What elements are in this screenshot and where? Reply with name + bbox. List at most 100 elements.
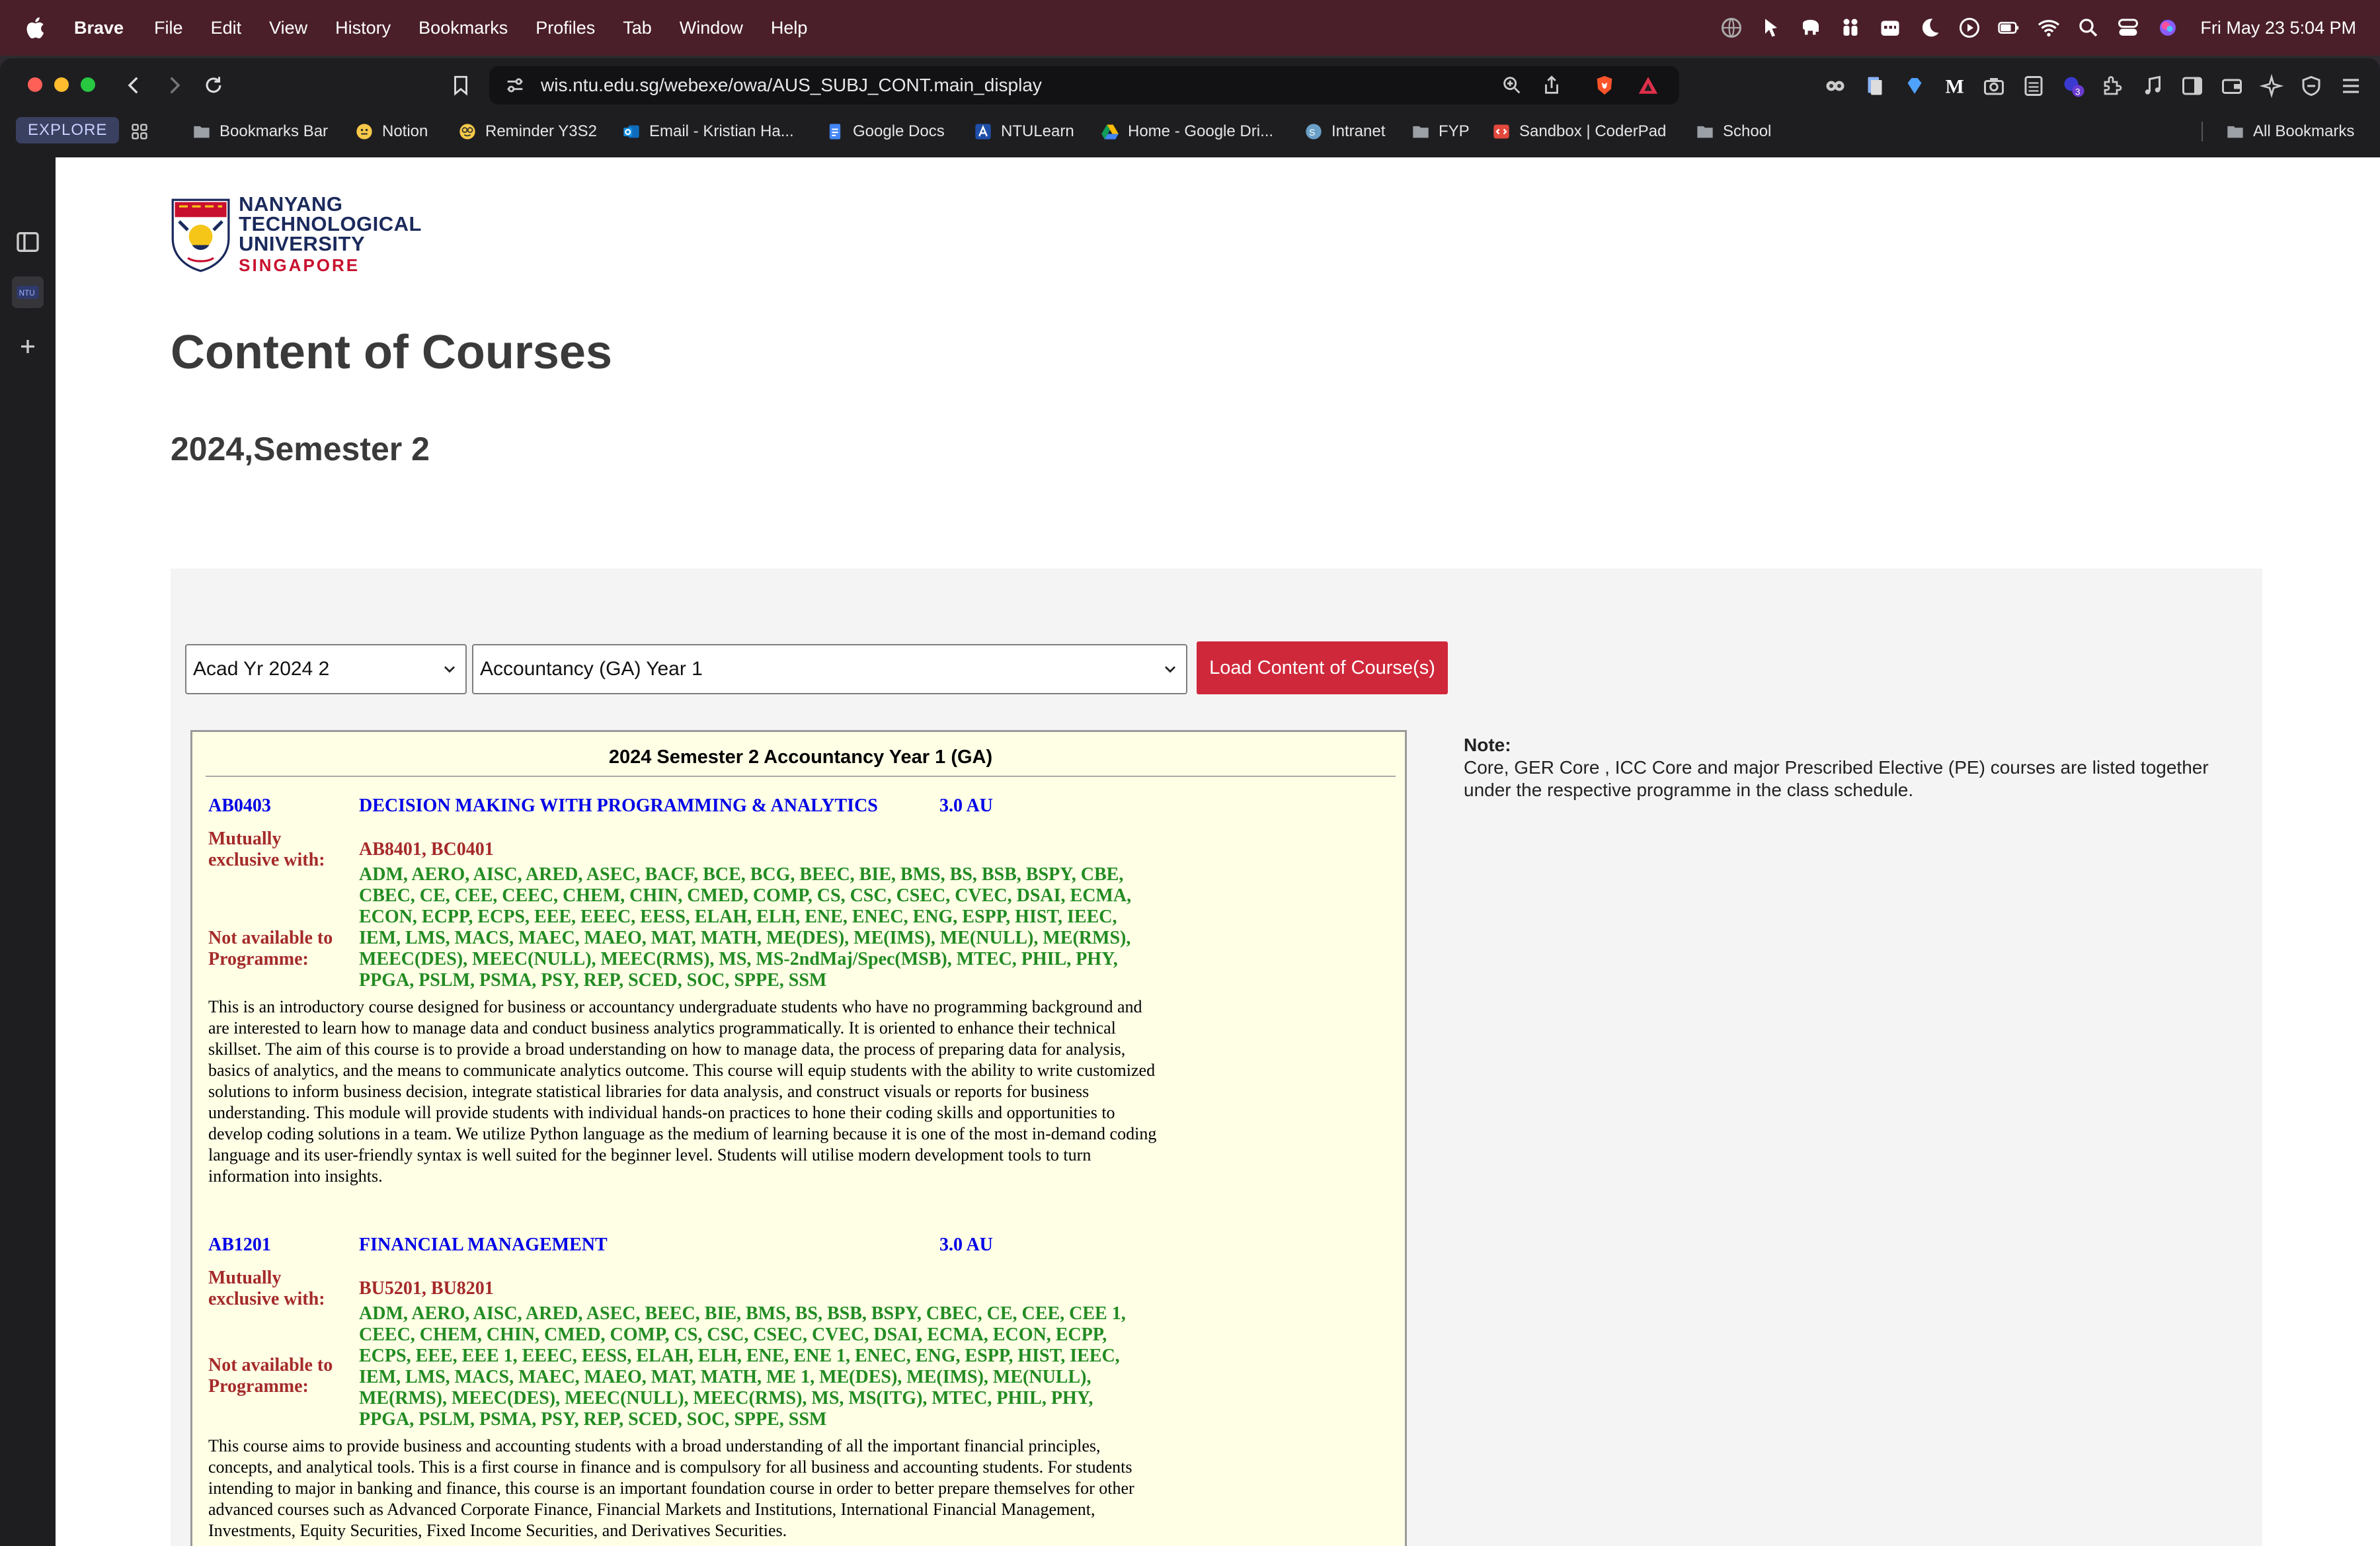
media-music-icon[interactable] (2139, 73, 2166, 99)
new-tab-plus-icon[interactable] (12, 331, 44, 362)
explore-button[interactable]: EXPLORE (16, 117, 120, 143)
bookmark-label: All Bookmarks (2253, 122, 2355, 140)
battery-icon[interactable] (1997, 15, 2022, 40)
share-icon[interactable] (1539, 73, 1564, 98)
zoom-icon[interactable] (1499, 73, 1525, 98)
bookmark-all-bookmarks[interactable]: All Bookmarks (2225, 119, 2354, 144)
extension-medium-icon[interactable]: M (1941, 73, 1967, 99)
cursor-app-icon[interactable] (1759, 15, 1784, 40)
main-menu-icon[interactable] (2338, 73, 2364, 99)
brave-shields-icon[interactable] (1592, 73, 1617, 98)
people-icon[interactable] (1838, 15, 1863, 40)
menu-view[interactable]: View (269, 18, 307, 38)
ntulearn-icon (973, 122, 993, 142)
programme-select[interactable]: Accountancy (GA) Year 1 (472, 644, 1187, 694)
window-maximize-button[interactable] (81, 77, 95, 92)
back-button[interactable] (119, 70, 149, 101)
extension-calculator-icon[interactable] (2020, 73, 2047, 99)
course-entry: AB1201 FINANCIAL MANAGEMENT 3.0 AU Mutua… (208, 1235, 1173, 1546)
vpn-globe-icon[interactable] (1719, 15, 1744, 40)
bookmark-reminder[interactable]: Reminder Y3S2 (457, 119, 597, 144)
spotlight-search-icon[interactable] (2076, 15, 2101, 40)
extensions-puzzle-icon[interactable] (2100, 73, 2126, 99)
apple-icon[interactable] (24, 15, 45, 40)
elephant-icon[interactable] (1798, 15, 1823, 40)
menubar-clock[interactable]: Fri May 23 5:04 PM (2200, 18, 2356, 38)
not-available-programmes: ADM, AERO, AISC, ARED, ASEC, BACF, BCE, … (359, 864, 1132, 991)
menu-bookmarks[interactable]: Bookmarks (418, 18, 508, 38)
course-title: DECISION MAKING WITH PROGRAMMING & ANALY… (359, 795, 878, 816)
extension-camera-icon[interactable] (1981, 73, 2007, 99)
siri-icon[interactable] (2155, 15, 2180, 40)
calendar-grid-icon[interactable] (1878, 15, 1903, 40)
leo-ai-icon[interactable] (2258, 73, 2285, 99)
window-close-button[interactable] (28, 77, 42, 92)
address-bar[interactable]: wis.ntu.edu.sg/webexe/owa/AUS_SUBJ_CONT.… (489, 66, 1679, 104)
bookmark-bookmarks-bar[interactable]: Bookmarks Bar (192, 119, 328, 144)
wifi-icon[interactable] (2036, 15, 2061, 40)
bookmark-intranet[interactable]: S Intranet (1304, 119, 1385, 144)
outlook-icon (621, 122, 641, 142)
reload-button[interactable] (198, 70, 229, 101)
folder-icon (1411, 122, 1431, 142)
menu-history[interactable]: History (335, 18, 391, 38)
site-settings-icon[interactable] (502, 73, 528, 98)
bookmark-label: Notion (382, 122, 428, 140)
ntu-logo[interactable]: NANYANG TECHNOLOGICAL UNIVERSITY SINGAPO… (171, 189, 422, 282)
control-center-icon[interactable] (2116, 15, 2141, 40)
menu-window[interactable]: Window (680, 18, 743, 38)
mutex-label-line1: Mutually (208, 829, 282, 849)
brave-rewards-icon[interactable] (1636, 73, 1661, 98)
mutex-label-line1: Mutually (208, 1268, 282, 1288)
tab-ntu[interactable]: NTU (12, 276, 44, 308)
bookmark-notion[interactable]: Notion (354, 119, 428, 144)
bookmark-ntulearn[interactable]: NTULearn (973, 119, 1074, 144)
moon-icon[interactable] (1917, 15, 1942, 40)
logo-line: TECHNOLOGICAL (239, 212, 422, 235)
intranet-icon: S (1304, 122, 1324, 142)
menu-tab[interactable]: Tab (623, 18, 652, 38)
google-drive-icon (1100, 122, 1120, 142)
mutex-label-line2: exclusive with: (208, 1289, 325, 1309)
emoji-face-icon (354, 122, 374, 142)
bookmark-school[interactable]: School (1695, 119, 1771, 144)
folder-icon (192, 122, 212, 142)
sidebar-panel-icon[interactable] (12, 226, 44, 258)
menu-app-name[interactable]: Brave (74, 18, 124, 38)
extension-diamond-icon[interactable] (1901, 73, 1928, 99)
browser-toolbar: wis.ntu.edu.sg/webexe/owa/AUS_SUBJ_CONT.… (0, 58, 2380, 112)
menu-edit[interactable]: Edit (211, 18, 242, 38)
bookmarks-divider (2202, 122, 2203, 142)
wallet-icon[interactable] (2219, 73, 2245, 99)
not-available-label-line1: Not available to (208, 928, 333, 948)
vpn-shield-icon[interactable] (2298, 73, 2324, 99)
apps-grid-icon[interactable] (130, 119, 157, 144)
bookmark-fyp[interactable]: FYP (1411, 119, 1470, 144)
extension-badge-icon[interactable]: 3 (2060, 73, 2086, 99)
menu-file[interactable]: File (154, 18, 183, 38)
mutex-label: Mutually exclusive with: (208, 829, 347, 871)
sidebar-toggle-icon[interactable] (2179, 73, 2205, 99)
browser-window: wis.ntu.edu.sg/webexe/owa/AUS_SUBJ_CONT.… (0, 58, 2380, 1546)
bookmark-label: Bookmarks Bar (219, 122, 329, 140)
chevron-down-icon (444, 666, 455, 673)
window-minimize-button[interactable] (54, 77, 69, 92)
note-title: Note: (1464, 735, 1511, 755)
bookmark-google-drive[interactable]: Home - Google Dri... (1100, 119, 1273, 144)
url-text[interactable]: wis.ntu.edu.sg/webexe/owa/AUS_SUBJ_CONT.… (541, 75, 1042, 96)
bookmark-page-icon[interactable] (446, 70, 476, 101)
extension-docs-icon[interactable] (1862, 73, 1888, 99)
extension-owl-icon[interactable] (1822, 73, 1848, 99)
bookmark-google-docs[interactable]: Google Docs (825, 119, 945, 144)
bookmark-email[interactable]: Email - Kristian Ha... (621, 119, 794, 144)
forward-button[interactable] (159, 70, 189, 101)
bookmark-coderpad[interactable]: Sandbox | CoderPad (1491, 119, 1666, 144)
menu-help[interactable]: Help (771, 18, 808, 38)
academic-year-select[interactable]: Acad Yr 2024 2 (185, 644, 467, 694)
play-circle-icon[interactable] (1957, 15, 1982, 40)
semester-heading: 2024,Semester 2 (171, 430, 430, 468)
menu-profiles[interactable]: Profiles (536, 18, 595, 38)
listing-heading: 2024 Semester 2 Accountancy Year 1 (GA) (608, 747, 993, 768)
load-content-button[interactable]: Load Content of Course(s) (1197, 641, 1448, 694)
programme-value: Accountancy (GA) Year 1 (480, 658, 703, 680)
